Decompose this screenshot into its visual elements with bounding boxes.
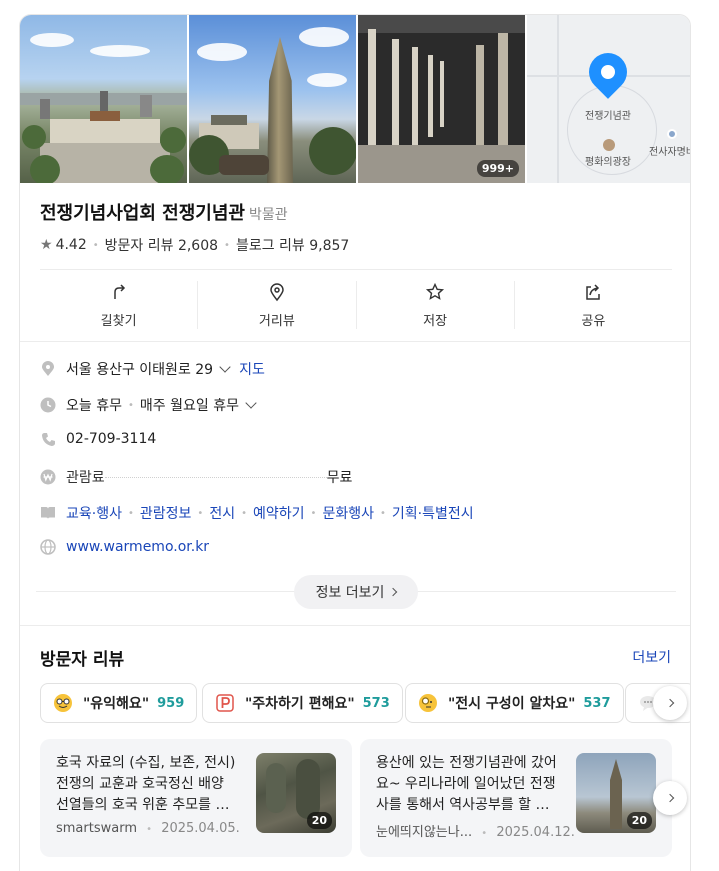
photo-count-badge: 20 [306,812,332,829]
menu-link-education[interactable]: 교육·행사 [66,503,122,523]
review-text: 호국 자료의 (수집, 보존, 전시) 전쟁의 교훈과 호국정신 배양 선열들의… [56,755,236,813]
streetview-label: 거리뷰 [258,313,295,329]
keyword-label: "유익해요" [83,696,150,712]
menu-links-row: 교육·행사 • 관람정보 • 전시 • 예약하기 • 문화행사 • 기획·특별전… [40,503,474,523]
website-link[interactable]: www.warmemo.or.kr [66,539,209,555]
place-category: 박물관 [249,207,288,223]
keywords-next-button[interactable] [653,686,687,720]
more-info-button[interactable]: 정보 더보기 [294,575,418,609]
review-card[interactable]: 용산에 있는 전쟁기념관에 갔어요~ 우리나라에 일어났던 전쟁사를 통해서 역… [360,739,672,857]
review-date: 2025.04.05. [161,821,240,836]
review-meta: 눈에띄지않는나... • 2025.04.12. [376,825,575,840]
review-thumbnail[interactable]: 20 [256,753,336,833]
star-outline-icon [426,282,445,300]
directions-icon [113,283,125,299]
save-button[interactable]: 저장 [357,281,515,329]
review-thumbnail[interactable]: 20 [576,753,656,833]
keyword-chip[interactable]: "유익해요" 959 [40,683,198,723]
fee-value: 무료 [326,470,353,486]
menu-link-reservation[interactable]: 예약하기 [253,503,305,523]
phone-number[interactable]: 02-709-3114 [66,431,156,447]
chevron-down-icon[interactable] [245,397,257,409]
keyword-chip[interactable]: "전시 구성이 알차요" 537 [405,683,624,723]
reviews-next-button[interactable] [653,781,687,815]
parking-icon [215,693,235,713]
address-row: 서울 용산구 이태원로 29 지도 [40,359,265,379]
streetview-button[interactable]: 거리뷰 [198,281,357,329]
rating-value: 4.42 [55,237,87,253]
keyword-label: "전시 구성이 알차요" [448,696,576,712]
photo-aerial[interactable] [20,15,187,183]
place-card: 999+ 전쟁기념관 평화의광장 전사자명비 전쟁기념사업회 전쟁기념관 박물관 … [19,14,691,871]
review-card[interactable]: 호국 자료의 (수집, 보존, 전시) 전쟁의 교훈과 호국정신 배양 선열들의… [40,739,352,857]
review-date: 2025.04.12. [496,825,575,840]
place-title: 전쟁기념사업회 전쟁기념관 박물관 [40,199,288,225]
keyword-label: "주차하기 편해요" [245,696,355,712]
phone-icon [40,431,56,447]
keyword-count: 573 [362,695,390,711]
photo-count-badge: 999+ [476,160,519,177]
action-bar: 길찾기 거리뷰 저장 공유 [40,281,672,329]
menu-link-visitor-info[interactable]: 관람정보 [140,503,192,523]
star-icon: ★ [40,237,53,253]
section-divider [20,625,690,626]
place-stats: ★ 4.42 • 방문자 리뷰 2,608 • 블로그 리뷰 9,857 [40,235,350,255]
map-side-label: 전사자명비 [649,147,691,158]
review-meta: smartswarm • 2025.04.05. [56,821,240,836]
chevron-down-icon[interactable] [219,361,231,373]
photo-colonnade[interactable]: 999+ [358,15,525,183]
reviews-more-link[interactable]: 더보기 [632,647,671,667]
menu-link-exhibition[interactable]: 전시 [209,503,235,523]
map-plaza-label: 평화의광장 [585,157,631,168]
location-pin-icon [40,361,56,377]
fee-label: 관람료 [66,470,105,486]
book-icon [40,505,56,521]
website-row: www.warmemo.or.kr [40,539,209,555]
keyword-count: 537 [583,695,611,711]
visitor-review-count[interactable]: 방문자 리뷰 2,608 [105,235,218,255]
save-label: 저장 [423,313,448,329]
share-label: 공유 [581,313,606,329]
more-info-label: 정보 더보기 [315,585,385,601]
magnifier-emoji-icon [418,693,438,713]
keyword-chip[interactable]: "주차하기 편해요" 573 [202,683,403,723]
fee-row: 관람료 무료 [40,467,352,487]
photo-tower[interactable] [189,15,356,183]
chevron-right-icon [389,587,398,597]
hours-detail: 매주 월요일 휴무 [139,398,239,414]
nerd-emoji-icon [53,693,73,713]
phone-row: 02-709-3114 [40,431,156,447]
review-author: smartswarm [56,821,137,836]
divider [40,269,672,270]
globe-icon [40,539,56,555]
chevron-right-icon [665,793,675,803]
streetview-icon [270,282,284,301]
clock-icon [40,397,56,413]
chevron-right-icon [665,698,675,708]
review-author: 눈에띄지않는나... [376,825,473,840]
share-button[interactable]: 공유 [515,281,672,329]
directions-button[interactable]: 길찾기 [40,281,199,329]
keyword-chips: "유익해요" 959 "주차하기 편해요" 573 "전시 구성이 알차요" 5… [40,683,690,723]
share-icon [586,283,601,300]
divider [20,341,690,342]
blog-review-count[interactable]: 블로그 리뷰 9,857 [236,235,349,255]
won-icon [40,469,56,485]
review-text: 용산에 있는 전쟁기념관에 갔어요~ 우리나라에 일어났던 전쟁사를 통해서 역… [376,755,557,813]
mini-map[interactable]: 전쟁기념관 평화의광장 전사자명비 [527,15,691,183]
map-poi-dot [667,129,677,139]
hours-row[interactable]: 오늘 휴무 • 매주 월요일 휴무 [40,395,265,415]
place-name: 전쟁기념사업회 전쟁기념관 [40,203,245,224]
directions-label: 길찾기 [100,313,137,329]
map-pin-label: 전쟁기념관 [585,111,631,122]
hours-status: 오늘 휴무 [66,398,122,414]
menu-link-special-exhibition[interactable]: 기획·특별전시 [392,503,474,523]
map-link[interactable]: 지도 [239,359,265,379]
menu-link-culture[interactable]: 문화행사 [322,503,374,523]
reviews-title: 방문자 리뷰 [40,650,125,670]
address-text: 서울 용산구 이태원로 29 [66,362,214,378]
keyword-count: 959 [157,695,185,711]
photo-count-badge: 20 [626,812,652,829]
photo-strip: 999+ 전쟁기념관 평화의광장 전사자명비 [20,15,691,183]
